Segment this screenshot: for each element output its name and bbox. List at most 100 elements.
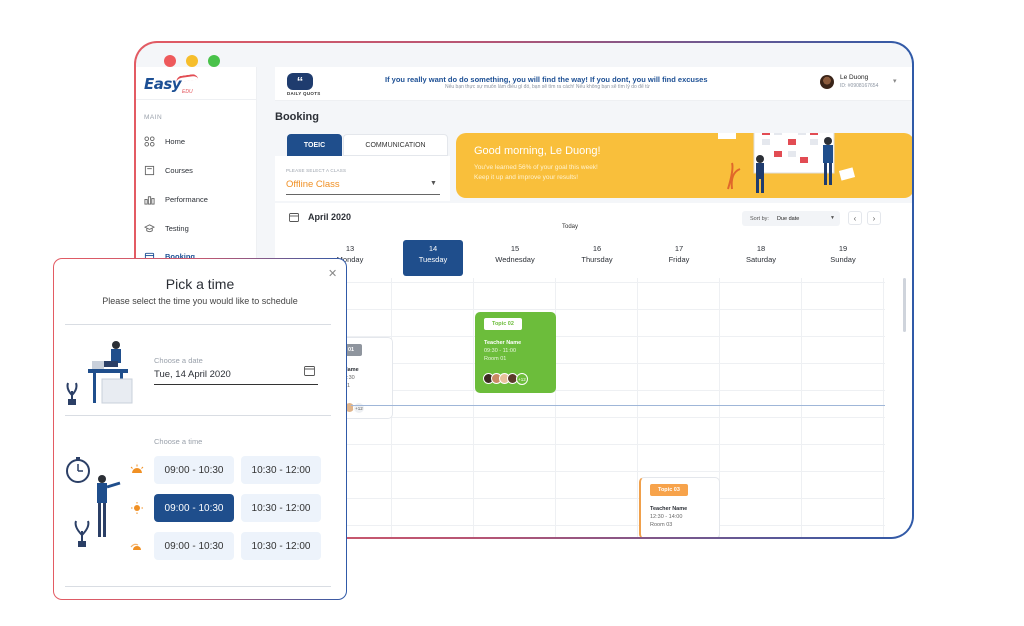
time-slot-selected[interactable]: 09:00 - 10:30 bbox=[154, 494, 234, 522]
sidebar-item-courses[interactable]: Courses bbox=[144, 162, 193, 178]
quote-icon: “ bbox=[287, 73, 313, 90]
calendar-icon[interactable] bbox=[304, 365, 315, 376]
sidebar-divider bbox=[136, 99, 257, 100]
chart-icon bbox=[144, 195, 155, 205]
next-week-button[interactable]: › bbox=[867, 211, 881, 225]
graduation-icon bbox=[144, 223, 155, 232]
tab-communication[interactable]: COMMUNICATION bbox=[343, 134, 448, 156]
welcome-banner: Good morning, Le Duong! You've learned 5… bbox=[456, 133, 912, 198]
modal-title: Pick a time bbox=[165, 276, 235, 292]
book-icon bbox=[144, 165, 155, 175]
close-window-dot[interactable] bbox=[164, 55, 176, 67]
sort-select[interactable]: Sort by: Due date ▼ bbox=[742, 211, 840, 226]
planning-illustration bbox=[718, 133, 856, 193]
attendee-count: +12 bbox=[353, 402, 365, 414]
time-slot[interactable]: 09:00 - 10:30 bbox=[154, 456, 234, 484]
day-number: 18 bbox=[756, 244, 766, 253]
day-name: Sunday bbox=[830, 255, 856, 264]
day-header-thursday[interactable]: 16 Thursday bbox=[556, 240, 638, 276]
class-select-underline bbox=[286, 194, 440, 195]
pick-time-modal: ✕ Pick a time Please select the time you… bbox=[54, 259, 346, 599]
grid-line bbox=[275, 444, 885, 445]
day-header-saturday[interactable]: 18 Saturday bbox=[720, 240, 802, 276]
sunrise-icon bbox=[130, 464, 144, 473]
prev-week-button[interactable]: ‹ bbox=[848, 211, 862, 225]
daily-quote-translation: Nếu bạn thực sự muốn làm điều gì đó, bạn… bbox=[445, 84, 650, 90]
event-topic-tag: Topic 03 bbox=[650, 484, 688, 496]
sidebar-item-label: Courses bbox=[165, 165, 193, 175]
attendee-avatars: +12 bbox=[483, 373, 528, 385]
sidebar-item-label: Testing bbox=[165, 223, 189, 233]
event-topic-tag: Topic 02 bbox=[484, 318, 522, 330]
tab-toeic[interactable]: TOEIC bbox=[287, 134, 342, 156]
sidebar-section-label: MAIN bbox=[144, 114, 163, 121]
grid-line bbox=[275, 471, 885, 472]
event-room: Room 01 bbox=[484, 356, 507, 362]
page-title: Booking bbox=[275, 111, 319, 123]
day-header-tuesday[interactable]: 14 Tuesday bbox=[403, 240, 463, 276]
day-name: Saturday bbox=[745, 255, 777, 264]
day-header-wednesday[interactable]: 15 Wednesday bbox=[474, 240, 556, 276]
time-label: Choose a time bbox=[154, 437, 203, 446]
sidebar-item-label: Performance bbox=[165, 194, 208, 204]
day-header-sunday[interactable]: 19 Sunday bbox=[802, 240, 884, 276]
chevron-right-icon: › bbox=[872, 213, 876, 223]
grid-icon bbox=[144, 135, 155, 147]
grid-line bbox=[275, 309, 885, 310]
event-card-topic-02[interactable]: Topic 02 Teacher Name 09:30 - 11:00 Room… bbox=[475, 312, 556, 393]
user-name[interactable]: Le Duong bbox=[840, 74, 868, 81]
divider bbox=[65, 324, 331, 325]
time-slot[interactable]: 10:30 - 12:00 bbox=[241, 456, 321, 484]
maximize-window-dot[interactable] bbox=[208, 55, 220, 67]
calendar-icon bbox=[289, 213, 299, 222]
event-room: Room 03 bbox=[650, 522, 673, 528]
banner-progress-text: You've learned 56% of your goal this wee… bbox=[474, 164, 598, 171]
desk-illustration bbox=[66, 341, 133, 405]
caret-down-icon[interactable]: ▼ bbox=[430, 180, 437, 187]
minimize-window-dot[interactable] bbox=[186, 55, 198, 67]
grid-line bbox=[275, 282, 885, 283]
quote-label: DAILY QUOTS bbox=[287, 91, 321, 96]
banner-title: Good morning, Le Duong! bbox=[474, 145, 601, 157]
chevron-down-icon[interactable]: ▾ bbox=[893, 77, 897, 85]
class-select-label: PLEASE SELECT A CLASS bbox=[286, 168, 347, 173]
date-field[interactable]: Tue, 14 April 2020 bbox=[154, 369, 231, 380]
event-time: 12:30 - 14:00 bbox=[650, 514, 683, 520]
banner-encouragement: Keep it up and improve your results! bbox=[474, 174, 579, 181]
calendar-month: April 2020 bbox=[308, 212, 352, 222]
sun-icon bbox=[131, 502, 143, 514]
day-header-friday[interactable]: 17 Friday bbox=[638, 240, 720, 276]
sidebar-item-testing[interactable]: Testing bbox=[144, 220, 189, 236]
day-number: 14 bbox=[428, 244, 438, 253]
sidebar-item-home[interactable]: Home bbox=[144, 133, 185, 149]
stage: Easy EDU MAIN Home Courses Performance T… bbox=[0, 0, 1024, 626]
class-selector[interactable]: PLEASE SELECT A CLASS Offline Class ▼ bbox=[275, 156, 450, 201]
sort-value: Due date bbox=[776, 215, 800, 222]
sunset-icon bbox=[130, 543, 141, 550]
class-select-value[interactable]: Offline Class bbox=[286, 179, 340, 190]
date-label: Choose a date bbox=[154, 356, 203, 365]
divider bbox=[65, 586, 331, 587]
event-time: 09:30 - 11:00 bbox=[484, 348, 517, 354]
grid-line bbox=[275, 498, 885, 499]
day-name: Thursday bbox=[581, 255, 613, 264]
sort-label: Sort by: bbox=[750, 215, 769, 222]
time-slot[interactable]: 10:30 - 12:00 bbox=[241, 494, 321, 522]
sidebar-item-performance[interactable]: Performance bbox=[144, 191, 208, 207]
event-card-topic-03[interactable]: Topic 03 Teacher Name 12:30 - 14:00 Room… bbox=[639, 477, 720, 537]
day-name: Tuesday bbox=[418, 255, 448, 264]
avatar[interactable] bbox=[820, 75, 834, 89]
calendar: April 2020 Today Sort by: Due date ▼ ‹ ›… bbox=[275, 203, 912, 537]
day-number: 17 bbox=[674, 244, 684, 253]
sidebar-item-label: Home bbox=[165, 136, 186, 146]
grid-line bbox=[275, 525, 885, 526]
time-slot[interactable]: 09:00 - 10:30 bbox=[154, 532, 234, 560]
day-number: 13 bbox=[345, 244, 355, 253]
day-number: 15 bbox=[510, 244, 520, 253]
day-name: Wednesday bbox=[495, 255, 535, 264]
scrollbar[interactable] bbox=[903, 278, 906, 332]
top-header: “ DAILY QUOTS If you really want do do s… bbox=[275, 67, 912, 101]
time-slot[interactable]: 10:30 - 12:00 bbox=[241, 532, 321, 560]
modal-subtitle: Please select the time you would like to… bbox=[102, 296, 298, 306]
clock-man-illustration bbox=[66, 457, 121, 547]
